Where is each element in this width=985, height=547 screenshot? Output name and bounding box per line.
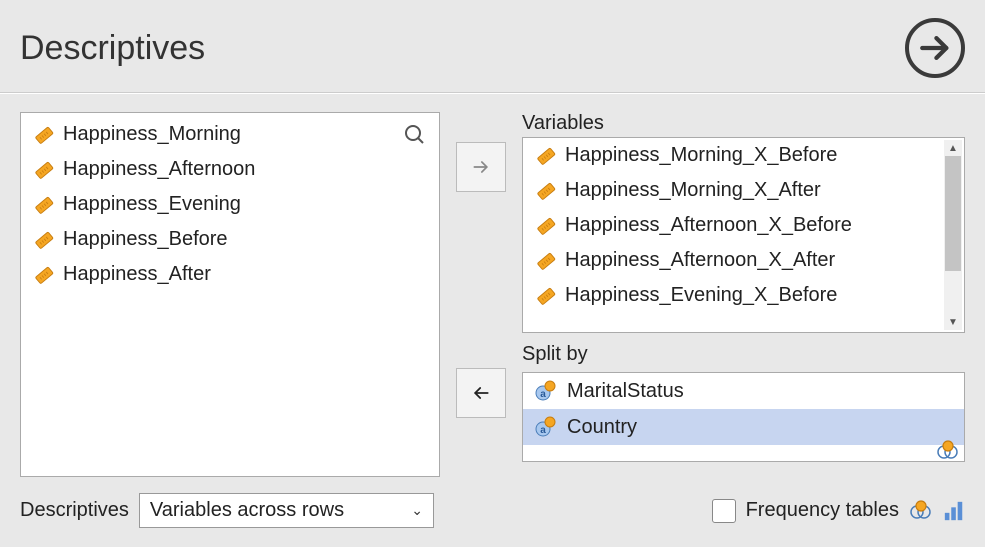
nominal-icon [535, 415, 559, 439]
descriptives-layout-label: Descriptives [20, 499, 129, 522]
splitby-item[interactable]: MaritalStatus [523, 373, 964, 409]
scale-icon [33, 264, 55, 286]
scale-icon [535, 285, 557, 307]
variable-label: Happiness_After [63, 263, 211, 286]
scale-icon [33, 194, 55, 216]
variable-label: Happiness_Morning [63, 123, 241, 146]
variable-item[interactable]: Happiness_Morning_X_Before [523, 138, 942, 173]
scale-icon [535, 180, 557, 202]
splitby-item[interactable]: Country [523, 409, 964, 445]
scroll-down-button[interactable]: ▼ [944, 314, 962, 330]
splitby-panel[interactable]: MaritalStatus Country [522, 372, 965, 462]
page-title: Descriptives [20, 29, 205, 68]
allowed-types-icon [934, 439, 962, 459]
scale-icon [535, 145, 557, 167]
variable-label: Happiness_Evening_X_Before [565, 284, 837, 307]
variable-item[interactable]: Happiness_Evening_X_Before [523, 278, 942, 313]
arrow-left-icon [471, 383, 491, 403]
variable-item[interactable]: Happiness_Morning_X_After [523, 173, 942, 208]
remove-from-splitby-button[interactable] [456, 368, 506, 418]
variable-label: Happiness_Evening [63, 193, 241, 216]
variable-label: Happiness_Morning_X_After [565, 179, 821, 202]
proceed-button[interactable] [905, 18, 965, 78]
source-variable-item[interactable]: Happiness_After [21, 257, 439, 292]
variable-label: Happiness_Afternoon_X_After [565, 249, 835, 272]
scale-icon [33, 124, 55, 146]
scale-icon [535, 215, 557, 237]
frequency-tables-checkbox[interactable] [712, 499, 736, 523]
ordinal-type-icon [943, 500, 965, 522]
variable-label: Happiness_Morning_X_Before [565, 144, 837, 167]
source-variable-item[interactable]: Happiness_Morning [21, 117, 439, 152]
search-icon[interactable] [403, 123, 427, 147]
splitby-section-label: Split by [522, 343, 965, 366]
scale-icon [33, 229, 55, 251]
scale-icon [33, 159, 55, 181]
variable-label: Happiness_Before [63, 228, 228, 251]
frequency-tables-label: Frequency tables [746, 499, 899, 522]
variables-section-label: Variables [522, 112, 965, 135]
variable-label: Country [567, 416, 637, 439]
layout-select[interactable]: Variables across rows ⌄ [139, 493, 434, 528]
variables-scrollbar[interactable]: ▲ ▼ [944, 140, 962, 330]
variable-item[interactable]: Happiness_Afternoon_X_After [523, 243, 942, 278]
nominal-icon [535, 379, 559, 403]
variable-item[interactable]: Happiness_Afternoon_X_Before [523, 208, 942, 243]
source-variable-item[interactable]: Happiness_Before [21, 222, 439, 257]
variable-label: Happiness_Afternoon_X_Before [565, 214, 852, 237]
source-variable-item[interactable]: Happiness_Afternoon [21, 152, 439, 187]
chevron-down-icon: ⌄ [411, 502, 423, 519]
arrow-right-icon [471, 157, 491, 177]
variable-label: MaritalStatus [567, 380, 684, 403]
scroll-thumb[interactable] [945, 156, 961, 271]
scroll-up-button[interactable]: ▲ [944, 140, 962, 156]
move-to-variables-button[interactable] [456, 142, 506, 192]
variable-label: Happiness_Afternoon [63, 158, 255, 181]
nominal-type-icon [909, 499, 933, 523]
scale-icon [535, 250, 557, 272]
arrow-right-icon [918, 31, 952, 65]
source-variable-item[interactable]: Happiness_Evening [21, 187, 439, 222]
variables-panel[interactable]: Happiness_Morning_X_Before Happiness_Mor… [522, 137, 965, 333]
source-variables-panel[interactable]: Happiness_Morning Happiness_Afternoon Ha… [20, 112, 440, 477]
layout-select-value: Variables across rows [150, 499, 344, 522]
